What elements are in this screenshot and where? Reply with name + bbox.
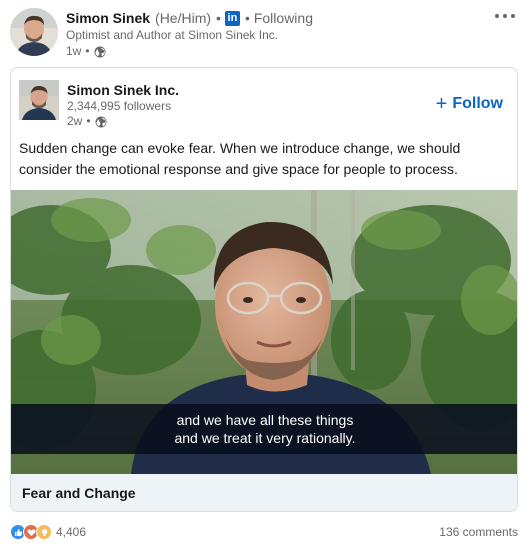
- author-name[interactable]: Simon Sinek: [66, 9, 150, 27]
- post-text: Sudden change can evoke fear. When we in…: [19, 140, 461, 177]
- caption-line: and we have all these things: [176, 412, 354, 428]
- company-name[interactable]: Simon Sinek Inc.: [67, 82, 179, 99]
- video-title: Fear and Change: [22, 485, 136, 501]
- post-age: 1w: [66, 44, 82, 58]
- author-name-line: Simon Sinek (He/Him) • in • Following: [66, 9, 313, 27]
- author-headline: Optimist and Author at Simon Sinek Inc.: [66, 28, 279, 42]
- shared-post-time: 2w •: [67, 114, 107, 129]
- following-status: Following: [253, 10, 313, 26]
- author-pronouns: (He/Him): [155, 10, 212, 26]
- follow-label: Follow: [452, 95, 503, 112]
- linkedin-badge-icon: in: [224, 10, 240, 26]
- author-avatar[interactable]: [10, 8, 58, 56]
- video-caption: and we have all these things and we trea…: [11, 404, 517, 454]
- feed-post: Simon Sinek (He/Him) • in • Following Op…: [0, 0, 531, 554]
- overflow-menu-icon[interactable]: [491, 7, 519, 25]
- separator-dot: •: [244, 10, 250, 26]
- separator-dot: •: [85, 44, 90, 58]
- video-player[interactable]: and we have all these things and we trea…: [11, 190, 517, 474]
- shared-post-card: Simon Sinek Inc. 2,344,995 followers 2w …: [10, 67, 518, 512]
- reaction-count: 4,406: [56, 525, 87, 539]
- company-followers: 2,344,995 followers: [67, 99, 172, 113]
- insightful-icon: [36, 524, 52, 540]
- separator-dot: •: [86, 114, 91, 128]
- video-title-bar[interactable]: Fear and Change: [11, 474, 517, 511]
- plus-icon: +: [435, 93, 448, 115]
- social-counts: 4,406 136 comments: [10, 523, 518, 541]
- company-logo[interactable]: [19, 80, 59, 120]
- separator-dot: •: [216, 10, 221, 26]
- reactions-summary[interactable]: 4,406: [10, 523, 86, 541]
- globe-icon: [94, 46, 106, 58]
- follow-button[interactable]: + Follow: [436, 94, 503, 114]
- author-post-time: 1w •: [66, 44, 106, 59]
- comments-count[interactable]: 136 comments: [439, 523, 518, 541]
- post-age: 2w: [67, 114, 83, 128]
- globe-icon: [95, 116, 107, 128]
- caption-line: and we treat it very rationally.: [174, 430, 356, 446]
